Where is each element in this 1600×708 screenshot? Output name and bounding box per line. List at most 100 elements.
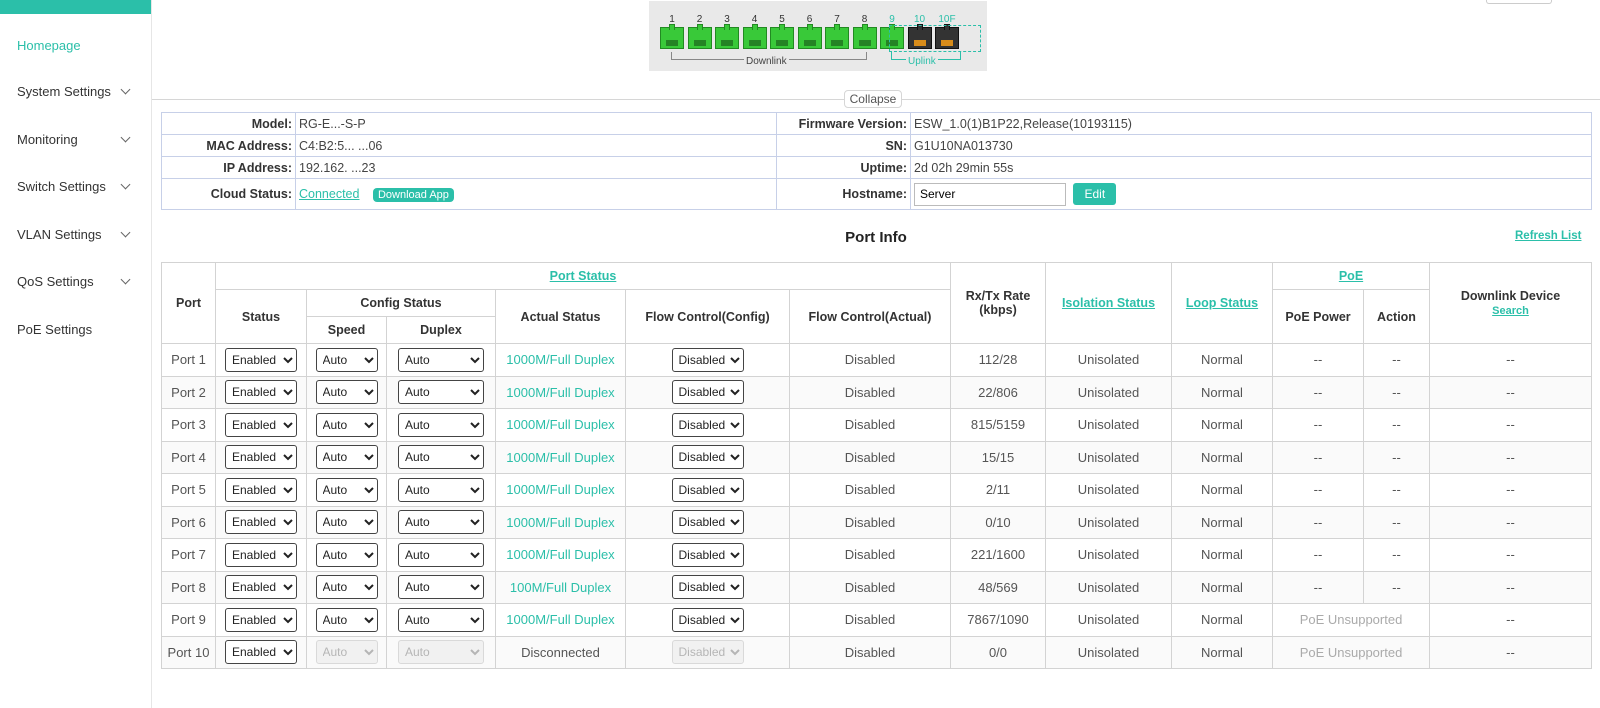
status-select[interactable]: Enabled: [225, 640, 297, 665]
loop-status: Normal: [1171, 473, 1273, 507]
sidebar-item-label: System Settings: [17, 84, 111, 100]
panel-port-1-icon[interactable]: [660, 24, 684, 49]
status-select[interactable]: Enabled: [225, 607, 297, 632]
cloud-status-label: Cloud Status:: [161, 178, 296, 210]
poe-power: --: [1272, 538, 1364, 572]
status-select[interactable]: Enabled: [225, 575, 297, 600]
duplex-select[interactable]: Auto: [398, 640, 484, 665]
duplex-select[interactable]: Auto: [398, 380, 484, 405]
status-select[interactable]: Enabled: [225, 542, 297, 567]
port-status-link[interactable]: Port Status: [550, 269, 617, 283]
ip-value: 192.162. ...23: [295, 156, 777, 179]
sidebar-item-label: Monitoring: [17, 131, 78, 147]
sidebar-item-qos-settings[interactable]: QoS Settings: [0, 258, 151, 306]
downlink-device: --: [1429, 603, 1592, 637]
uplink-label: Uplink: [906, 56, 938, 67]
downlink-device: --: [1429, 375, 1592, 409]
speed-select[interactable]: Auto: [315, 510, 378, 535]
top-right-button[interactable]: [1486, 0, 1552, 4]
status-select[interactable]: Enabled: [225, 347, 297, 372]
speed-select[interactable]: Auto: [315, 542, 378, 567]
speed-select[interactable]: Auto: [315, 412, 378, 437]
flow-config-cell: Disabled: [625, 375, 790, 409]
status-select[interactable]: Enabled: [225, 380, 297, 405]
panel-port-6-icon[interactable]: [797, 24, 822, 49]
sidebar-item-label: VLAN Settings: [17, 226, 102, 242]
speed-select[interactable]: Auto: [315, 380, 378, 405]
flow-control-select[interactable]: Disabled: [671, 445, 744, 470]
flow-control-select[interactable]: Disabled: [671, 542, 744, 567]
sidebar-item-homepage[interactable]: Homepage: [0, 22, 151, 68]
col-config-status: Config Status: [306, 289, 496, 317]
cloud-status-cell: Connected Download App: [295, 178, 777, 210]
status-cell: Enabled: [215, 408, 307, 442]
sidebar-item-monitoring[interactable]: Monitoring: [0, 116, 151, 164]
refresh-list-link[interactable]: Refresh List: [1515, 230, 1581, 242]
duplex-select[interactable]: Auto: [398, 510, 484, 535]
poe-power: --: [1272, 343, 1364, 377]
sidebar: Homepage System Settings Monitoring Switch …: [0, 0, 152, 708]
flow-control-select[interactable]: Disabled: [671, 575, 744, 600]
isolation-status-link[interactable]: Isolation Status: [1062, 296, 1155, 310]
panel-port-2-icon[interactable]: [687, 24, 712, 49]
hostname-input[interactable]: [914, 182, 1066, 206]
status-select[interactable]: Enabled: [225, 412, 297, 437]
port-name: Port 10: [161, 635, 216, 669]
panel-port-7-icon[interactable]: [825, 24, 849, 49]
sidebar-item-label: PoE Settings: [17, 321, 93, 337]
status-select[interactable]: Enabled: [225, 477, 297, 502]
panel-port-3-icon[interactable]: [715, 24, 739, 49]
poe-link[interactable]: PoE: [1339, 269, 1363, 283]
duplex-select[interactable]: Auto: [398, 477, 484, 502]
poe-action: --: [1363, 408, 1430, 442]
edit-hostname-button[interactable]: Edit: [1073, 183, 1117, 205]
duplex-select[interactable]: Auto: [398, 607, 484, 632]
port-name: Port 9: [161, 603, 216, 637]
status-select[interactable]: Enabled: [225, 510, 297, 535]
actual-status: 100M/Full Duplex: [495, 570, 626, 604]
sidebar-item-vlan-settings[interactable]: VLAN Settings: [0, 211, 151, 259]
duplex-cell: Auto: [386, 603, 496, 637]
panel-port-5-icon[interactable]: [770, 24, 794, 49]
flow-control-select[interactable]: Disabled: [671, 412, 744, 437]
speed-cell: Auto: [306, 473, 387, 507]
download-app-button[interactable]: Download App: [372, 187, 454, 202]
duplex-select[interactable]: Auto: [398, 542, 484, 567]
flow-config-cell: Disabled: [625, 473, 790, 507]
speed-select[interactable]: Auto: [315, 477, 378, 502]
speed-select[interactable]: Auto: [315, 607, 378, 632]
sidebar-item-switch-settings[interactable]: Switch Settings: [0, 163, 151, 211]
poe-power: --: [1272, 440, 1364, 474]
speed-select[interactable]: Auto: [315, 347, 378, 372]
col-port: Port: [161, 262, 216, 344]
loop-status-link[interactable]: Loop Status: [1186, 296, 1258, 310]
flow-control-select[interactable]: Disabled: [671, 347, 744, 372]
actual-status: 1000M/Full Duplex: [495, 505, 626, 539]
status-select[interactable]: Enabled: [225, 445, 297, 470]
flow-control-select[interactable]: Disabled: [671, 510, 744, 535]
flow-control-select[interactable]: Disabled: [671, 477, 744, 502]
speed-select[interactable]: Auto: [315, 445, 378, 470]
collapse-button[interactable]: Collapse: [844, 90, 902, 108]
downlink-search-link[interactable]: Search: [1492, 305, 1529, 317]
col-actual-status: Actual Status: [495, 289, 626, 344]
speed-select[interactable]: Auto: [315, 640, 378, 665]
sidebar-item-system-settings[interactable]: System Settings: [0, 68, 151, 116]
flow-control-select[interactable]: Disabled: [671, 640, 744, 665]
panel-port-4-icon[interactable]: [742, 24, 767, 49]
poe-power: --: [1272, 505, 1364, 539]
duplex-select[interactable]: Auto: [398, 412, 484, 437]
duplex-select[interactable]: Auto: [398, 445, 484, 470]
speed-select[interactable]: Auto: [315, 575, 378, 600]
sidebar-item-label: Homepage: [17, 37, 81, 53]
rx-tx-rate: 22/806: [950, 375, 1046, 409]
duplex-select[interactable]: Auto: [398, 575, 484, 600]
cloud-connected-link[interactable]: Connected: [299, 187, 359, 201]
duplex-cell: Auto: [386, 505, 496, 539]
panel-port-8-icon[interactable]: [852, 24, 877, 49]
flow-config-cell: Disabled: [625, 505, 790, 539]
flow-control-select[interactable]: Disabled: [671, 607, 744, 632]
flow-control-select[interactable]: Disabled: [671, 380, 744, 405]
sidebar-item-poe-settings[interactable]: PoE Settings: [0, 306, 151, 354]
duplex-select[interactable]: Auto: [398, 347, 484, 372]
